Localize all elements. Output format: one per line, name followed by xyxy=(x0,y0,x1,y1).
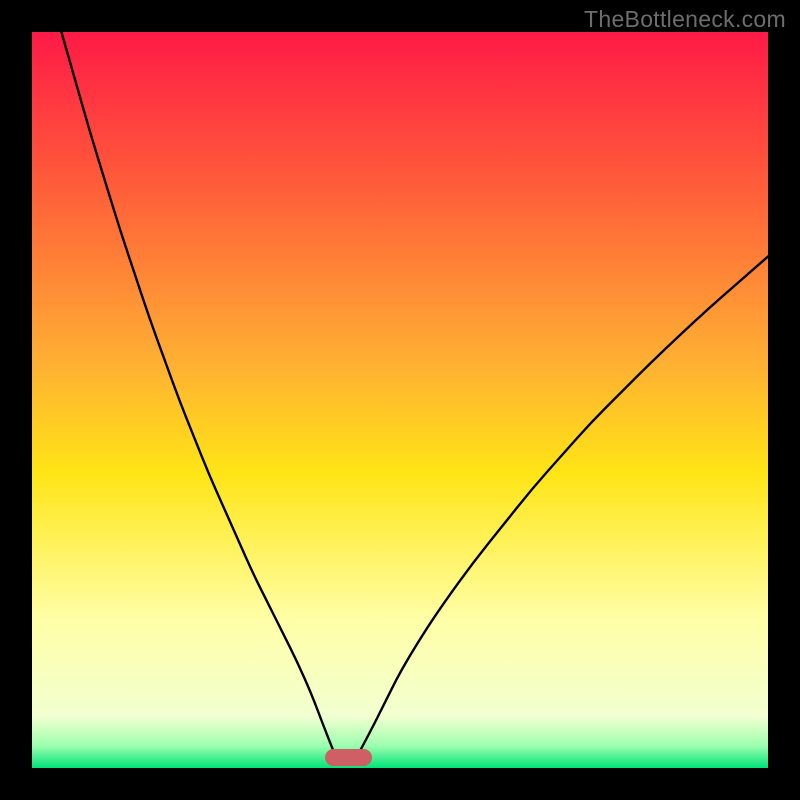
chart-area xyxy=(32,32,768,768)
bottleneck-chart xyxy=(32,32,768,768)
gradient-background xyxy=(32,32,768,768)
bottleneck-marker xyxy=(325,749,371,766)
watermark-text: TheBottleneck.com xyxy=(584,6,786,33)
outer-frame: TheBottleneck.com xyxy=(0,0,800,800)
